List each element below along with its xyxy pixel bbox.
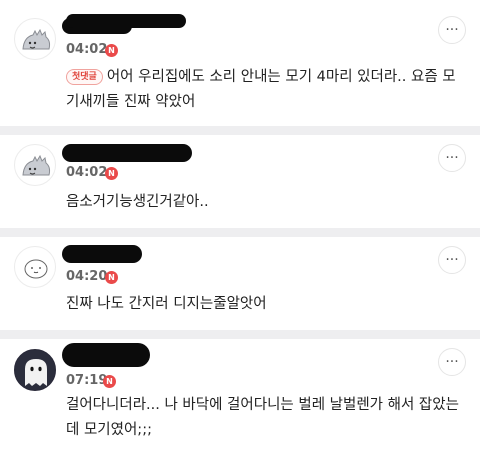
comment-text: 걸어다니더라... 나 바닥에 걸어다니는 벌레 날벌렌가 해서 잡았는데 모기…: [66, 397, 459, 438]
face-doodle-avatar-icon: [24, 259, 48, 279]
new-badge: N: [105, 167, 118, 180]
ellipsis-icon: ···: [445, 252, 459, 268]
comment-time: 04:02: [66, 42, 108, 57]
dinosaur-avatar-icon: [22, 28, 51, 50]
comment-text: 진짜 나도 간지러 디지는줄알앗어: [66, 296, 267, 312]
redacted-username: [62, 144, 192, 162]
comment-time: 04:02: [66, 165, 108, 180]
redacted-username: [66, 14, 186, 28]
comment-divider: [0, 330, 480, 339]
ghost-avatar-icon: [15, 350, 55, 390]
new-badge: N: [105, 271, 118, 284]
avatar[interactable]: [14, 144, 56, 186]
first-comment-tag: 첫댓글: [66, 69, 103, 85]
avatar[interactable]: [14, 18, 56, 60]
avatar[interactable]: [14, 246, 56, 288]
new-badge: N: [103, 375, 116, 388]
comment-text: 어어 우리집에도 소리 안내는 모기 4마리 있더라.. 요즘 모기새끼들 진짜…: [66, 69, 456, 110]
avatar[interactable]: [14, 349, 56, 391]
more-options-button[interactable]: ···: [438, 16, 466, 44]
comment-item: 07:19 N ··· 걸어다니더라... 나 바닥에 걸어다니는 벌레 날벌렌…: [0, 339, 480, 452]
comment-divider: [0, 228, 480, 237]
more-options-button[interactable]: ···: [438, 348, 466, 376]
comment-divider: [0, 126, 480, 135]
comment-time: 07:19: [66, 373, 108, 388]
comment-item: 04:20 N ··· 진짜 나도 간지러 디지는줄알앗어: [0, 237, 480, 330]
comment-time: 04:20: [66, 269, 108, 284]
comment-text: 음소거기능생긴거같아..: [66, 194, 209, 210]
redacted-username: [62, 343, 150, 367]
dinosaur-avatar-icon: [22, 154, 51, 176]
more-options-button[interactable]: ···: [438, 246, 466, 274]
redacted-username: [62, 245, 142, 263]
comment-item: 04:02 N ··· 첫댓글 어어 우리집에도 소리 안내는 모기 4마리 있더…: [0, 0, 480, 126]
more-options-button[interactable]: ···: [438, 144, 466, 172]
ellipsis-icon: ···: [445, 150, 459, 166]
comment-item: 04:02 N ··· 음소거기능생긴거같아..: [0, 135, 480, 228]
ellipsis-icon: ···: [445, 354, 459, 370]
comment-text-block: 첫댓글 어어 우리집에도 소리 안내는 모기 4마리 있더라.. 요즘 모기새끼들…: [66, 65, 461, 115]
new-badge: N: [105, 44, 118, 57]
ellipsis-icon: ···: [445, 22, 459, 38]
